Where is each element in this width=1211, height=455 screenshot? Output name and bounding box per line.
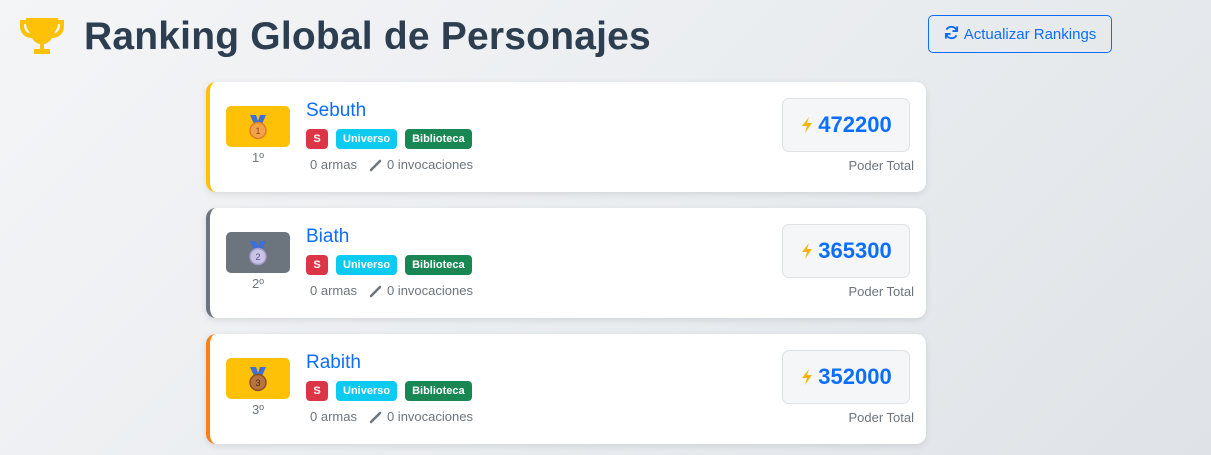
- total-power-box: 472200: [782, 98, 910, 152]
- invocations-count: 0 invocaciones: [386, 157, 473, 172]
- rank-position: 1º: [252, 150, 264, 165]
- total-power-value: 352000: [818, 364, 892, 389]
- medal-badge: 1: [226, 106, 290, 147]
- svg-text:1: 1: [255, 126, 260, 136]
- total-power-label: Poder Total: [848, 284, 914, 299]
- wand-icon: [369, 285, 382, 297]
- universe-badge: Universo: [336, 255, 398, 275]
- ranking-card[interactable]: 1 1º Sebuth S Universo Biblioteca 0 arma…: [206, 82, 926, 192]
- library-badge: Biblioteca: [405, 129, 472, 149]
- character-name-link[interactable]: Rabith: [306, 352, 361, 374]
- ranking-card[interactable]: 2 2º Biath S Universo Biblioteca 0 armas…: [206, 208, 926, 318]
- total-power-value: 365300: [818, 238, 892, 263]
- character-name-link[interactable]: Sebuth: [306, 100, 366, 122]
- medal-icon: 2: [249, 240, 267, 265]
- refresh-button-label: Actualizar Rankings: [963, 25, 1097, 43]
- badge-group: S Universo Biblioteca: [306, 129, 472, 149]
- invocations-count: 0 invocaciones: [386, 409, 473, 424]
- lightning-icon: [802, 243, 813, 259]
- total-power-box: 365300: [782, 224, 910, 278]
- medal-badge: 3: [226, 358, 290, 399]
- rank-letter-badge: S: [306, 129, 328, 149]
- universe-badge: Universo: [336, 129, 398, 149]
- weapons-count: 0 armas: [310, 283, 357, 298]
- badge-group: S Universo Biblioteca: [306, 381, 472, 401]
- character-stats: 0 armas 0 invocaciones: [310, 157, 473, 172]
- wand-icon: [369, 159, 382, 171]
- rank-position: 3º: [252, 402, 264, 417]
- wand-icon: [369, 411, 382, 423]
- character-stats: 0 armas 0 invocaciones: [310, 283, 473, 298]
- total-power-label: Poder Total: [848, 158, 914, 173]
- medal-icon: 1: [249, 114, 267, 139]
- total-power-box: 352000: [782, 350, 910, 404]
- lightning-icon: [802, 369, 813, 385]
- medal-badge: 2: [226, 232, 290, 273]
- ranking-card[interactable]: 3 3º Rabith S Universo Biblioteca 0 arma…: [206, 334, 926, 444]
- character-stats: 0 armas 0 invocaciones: [310, 409, 473, 424]
- refresh-rankings-button[interactable]: Actualizar Rankings: [928, 15, 1112, 53]
- lightning-icon: [802, 117, 813, 133]
- refresh-icon: [944, 25, 959, 44]
- page-title: Ranking Global de Personajes: [84, 15, 651, 58]
- weapons-count: 0 armas: [310, 157, 357, 172]
- svg-text:2: 2: [255, 252, 260, 262]
- total-power-value: 472200: [818, 112, 892, 137]
- total-power-label: Poder Total: [848, 410, 914, 425]
- trophy-icon: [18, 14, 66, 58]
- rank-letter-badge: S: [306, 381, 328, 401]
- rankings-page: Ranking Global de Personajes Actualizar …: [0, 0, 1211, 455]
- universe-badge: Universo: [336, 381, 398, 401]
- badge-group: S Universo Biblioteca: [306, 255, 472, 275]
- invocations-count: 0 invocaciones: [386, 283, 473, 298]
- weapons-count: 0 armas: [310, 409, 357, 424]
- character-name-link[interactable]: Biath: [306, 226, 349, 248]
- medal-icon: 3: [249, 366, 267, 391]
- rank-letter-badge: S: [306, 255, 328, 275]
- rank-position: 2º: [252, 276, 264, 291]
- library-badge: Biblioteca: [405, 381, 472, 401]
- svg-text:3: 3: [255, 378, 260, 388]
- library-badge: Biblioteca: [405, 255, 472, 275]
